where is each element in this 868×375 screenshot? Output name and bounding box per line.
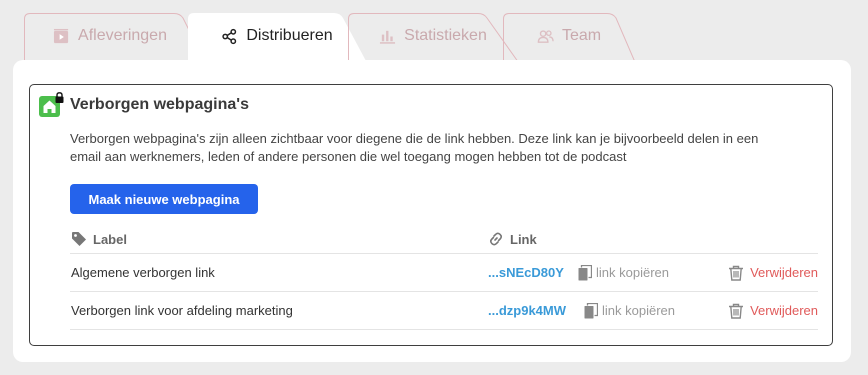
home-lock-icon xyxy=(39,92,64,117)
table-row: Algemene verborgen link ...sNEcD80Y link… xyxy=(70,254,818,292)
tab-label: Afleveringen xyxy=(78,27,167,44)
link-icon xyxy=(489,232,503,246)
row-label: Algemene verborgen link xyxy=(71,265,215,280)
hidden-links-table: Label Link Algemene verborgen link ...sN… xyxy=(70,228,818,330)
tab-team[interactable]: Team xyxy=(503,13,635,61)
delete-label: Verwijderen xyxy=(750,303,818,318)
header-label: Label xyxy=(71,231,127,247)
tab-distribueren[interactable]: Distribueren xyxy=(188,13,366,61)
copy-icon xyxy=(578,264,592,280)
copy-link-button[interactable]: link kopiëren xyxy=(584,292,675,329)
create-webpage-button[interactable]: Maak nieuwe webpagina xyxy=(70,184,258,214)
header-link: Link xyxy=(488,231,537,247)
share-icon xyxy=(222,28,237,44)
header-link-text: Link xyxy=(510,231,537,247)
row-label: Verborgen link voor afdeling marketing xyxy=(71,303,293,318)
trash-icon xyxy=(729,265,744,281)
play-square-icon xyxy=(53,28,69,43)
bar-chart-icon xyxy=(380,30,396,44)
delete-button[interactable]: Verwijderen xyxy=(728,292,818,329)
table-header: Label Link xyxy=(70,228,818,254)
section-title: Verborgen webpagina's xyxy=(70,96,249,113)
tab-afleveringen[interactable]: Afleveringen xyxy=(24,13,196,61)
copy-link-label: link kopiëren xyxy=(596,265,669,280)
copy-link-label: link kopiëren xyxy=(602,303,675,318)
trash-icon xyxy=(729,303,744,319)
users-icon xyxy=(537,29,554,43)
copy-icon xyxy=(584,302,598,318)
tab-label: Team xyxy=(561,27,602,44)
delete-button[interactable]: Verwijderen xyxy=(728,254,818,291)
row-link[interactable]: ...sNEcD80Y xyxy=(488,254,564,291)
tab-label: Statistieken xyxy=(404,27,487,44)
row-link[interactable]: ...dzp9k4MW xyxy=(488,292,566,329)
header-label-text: Label xyxy=(93,231,127,247)
table-row: Verborgen link voor afdeling marketing .… xyxy=(70,292,818,330)
delete-label: Verwijderen xyxy=(750,265,818,280)
tag-icon xyxy=(72,232,86,246)
hidden-pages-panel: Verborgen webpagina's Verborgen webpagin… xyxy=(29,84,833,346)
tab-label: Distribueren xyxy=(246,27,333,44)
section-description: Verborgen webpagina's zijn alleen zichtb… xyxy=(70,131,759,164)
copy-link-button[interactable]: link kopiëren xyxy=(578,254,669,291)
tab-statistieken[interactable]: Statistieken xyxy=(348,13,518,61)
